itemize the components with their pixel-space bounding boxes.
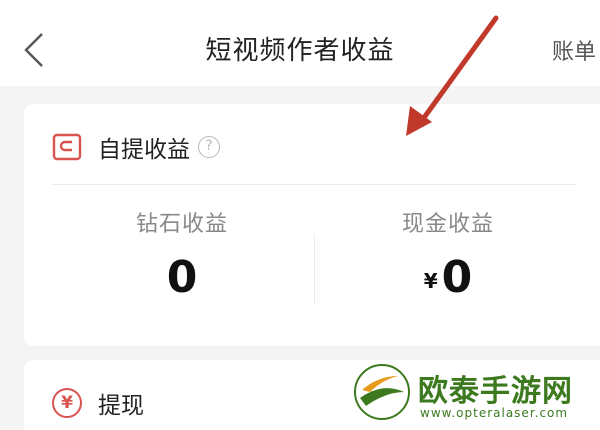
income-card-header: 自提收益 ?: [52, 130, 220, 164]
column-divider: [314, 234, 315, 304]
watermark-name: 欧泰手游网: [418, 374, 573, 409]
site-watermark: 欧泰手游网 www.opteralaser.com: [352, 360, 598, 428]
cash-income-label: 现金收益: [401, 212, 494, 237]
top-bar: 短视频作者收益 账单: [0, 0, 600, 86]
cash-income-value: 0: [441, 252, 473, 303]
self-withdraw-income-card: 自提收益 ? 钻石收益 0 现金收益 ¥0: [24, 104, 600, 346]
divider: [52, 184, 576, 185]
wallet-icon: [52, 133, 82, 161]
watermark-logo-icon: [354, 364, 410, 420]
diamond-income: 钻石收益 0: [72, 206, 292, 303]
cash-income: 现金收益 ¥0: [338, 206, 558, 303]
diamond-income-value: 0: [166, 252, 198, 303]
help-icon[interactable]: ?: [198, 136, 220, 158]
watermark-url: www.opteralaser.com: [420, 406, 569, 420]
withdraw-card-header[interactable]: ¥ 提现: [52, 386, 144, 420]
withdraw-title: 提现: [98, 393, 144, 419]
income-card-title: 自提收益: [98, 137, 190, 163]
currency-symbol: ¥: [423, 269, 438, 293]
bill-link[interactable]: 账单: [552, 34, 596, 66]
yen-icon: ¥: [52, 388, 82, 418]
cash-income-amount: ¥0: [338, 252, 558, 303]
page-title: 短视频作者收益: [205, 36, 395, 66]
diamond-income-label: 钻石收益: [135, 212, 228, 237]
